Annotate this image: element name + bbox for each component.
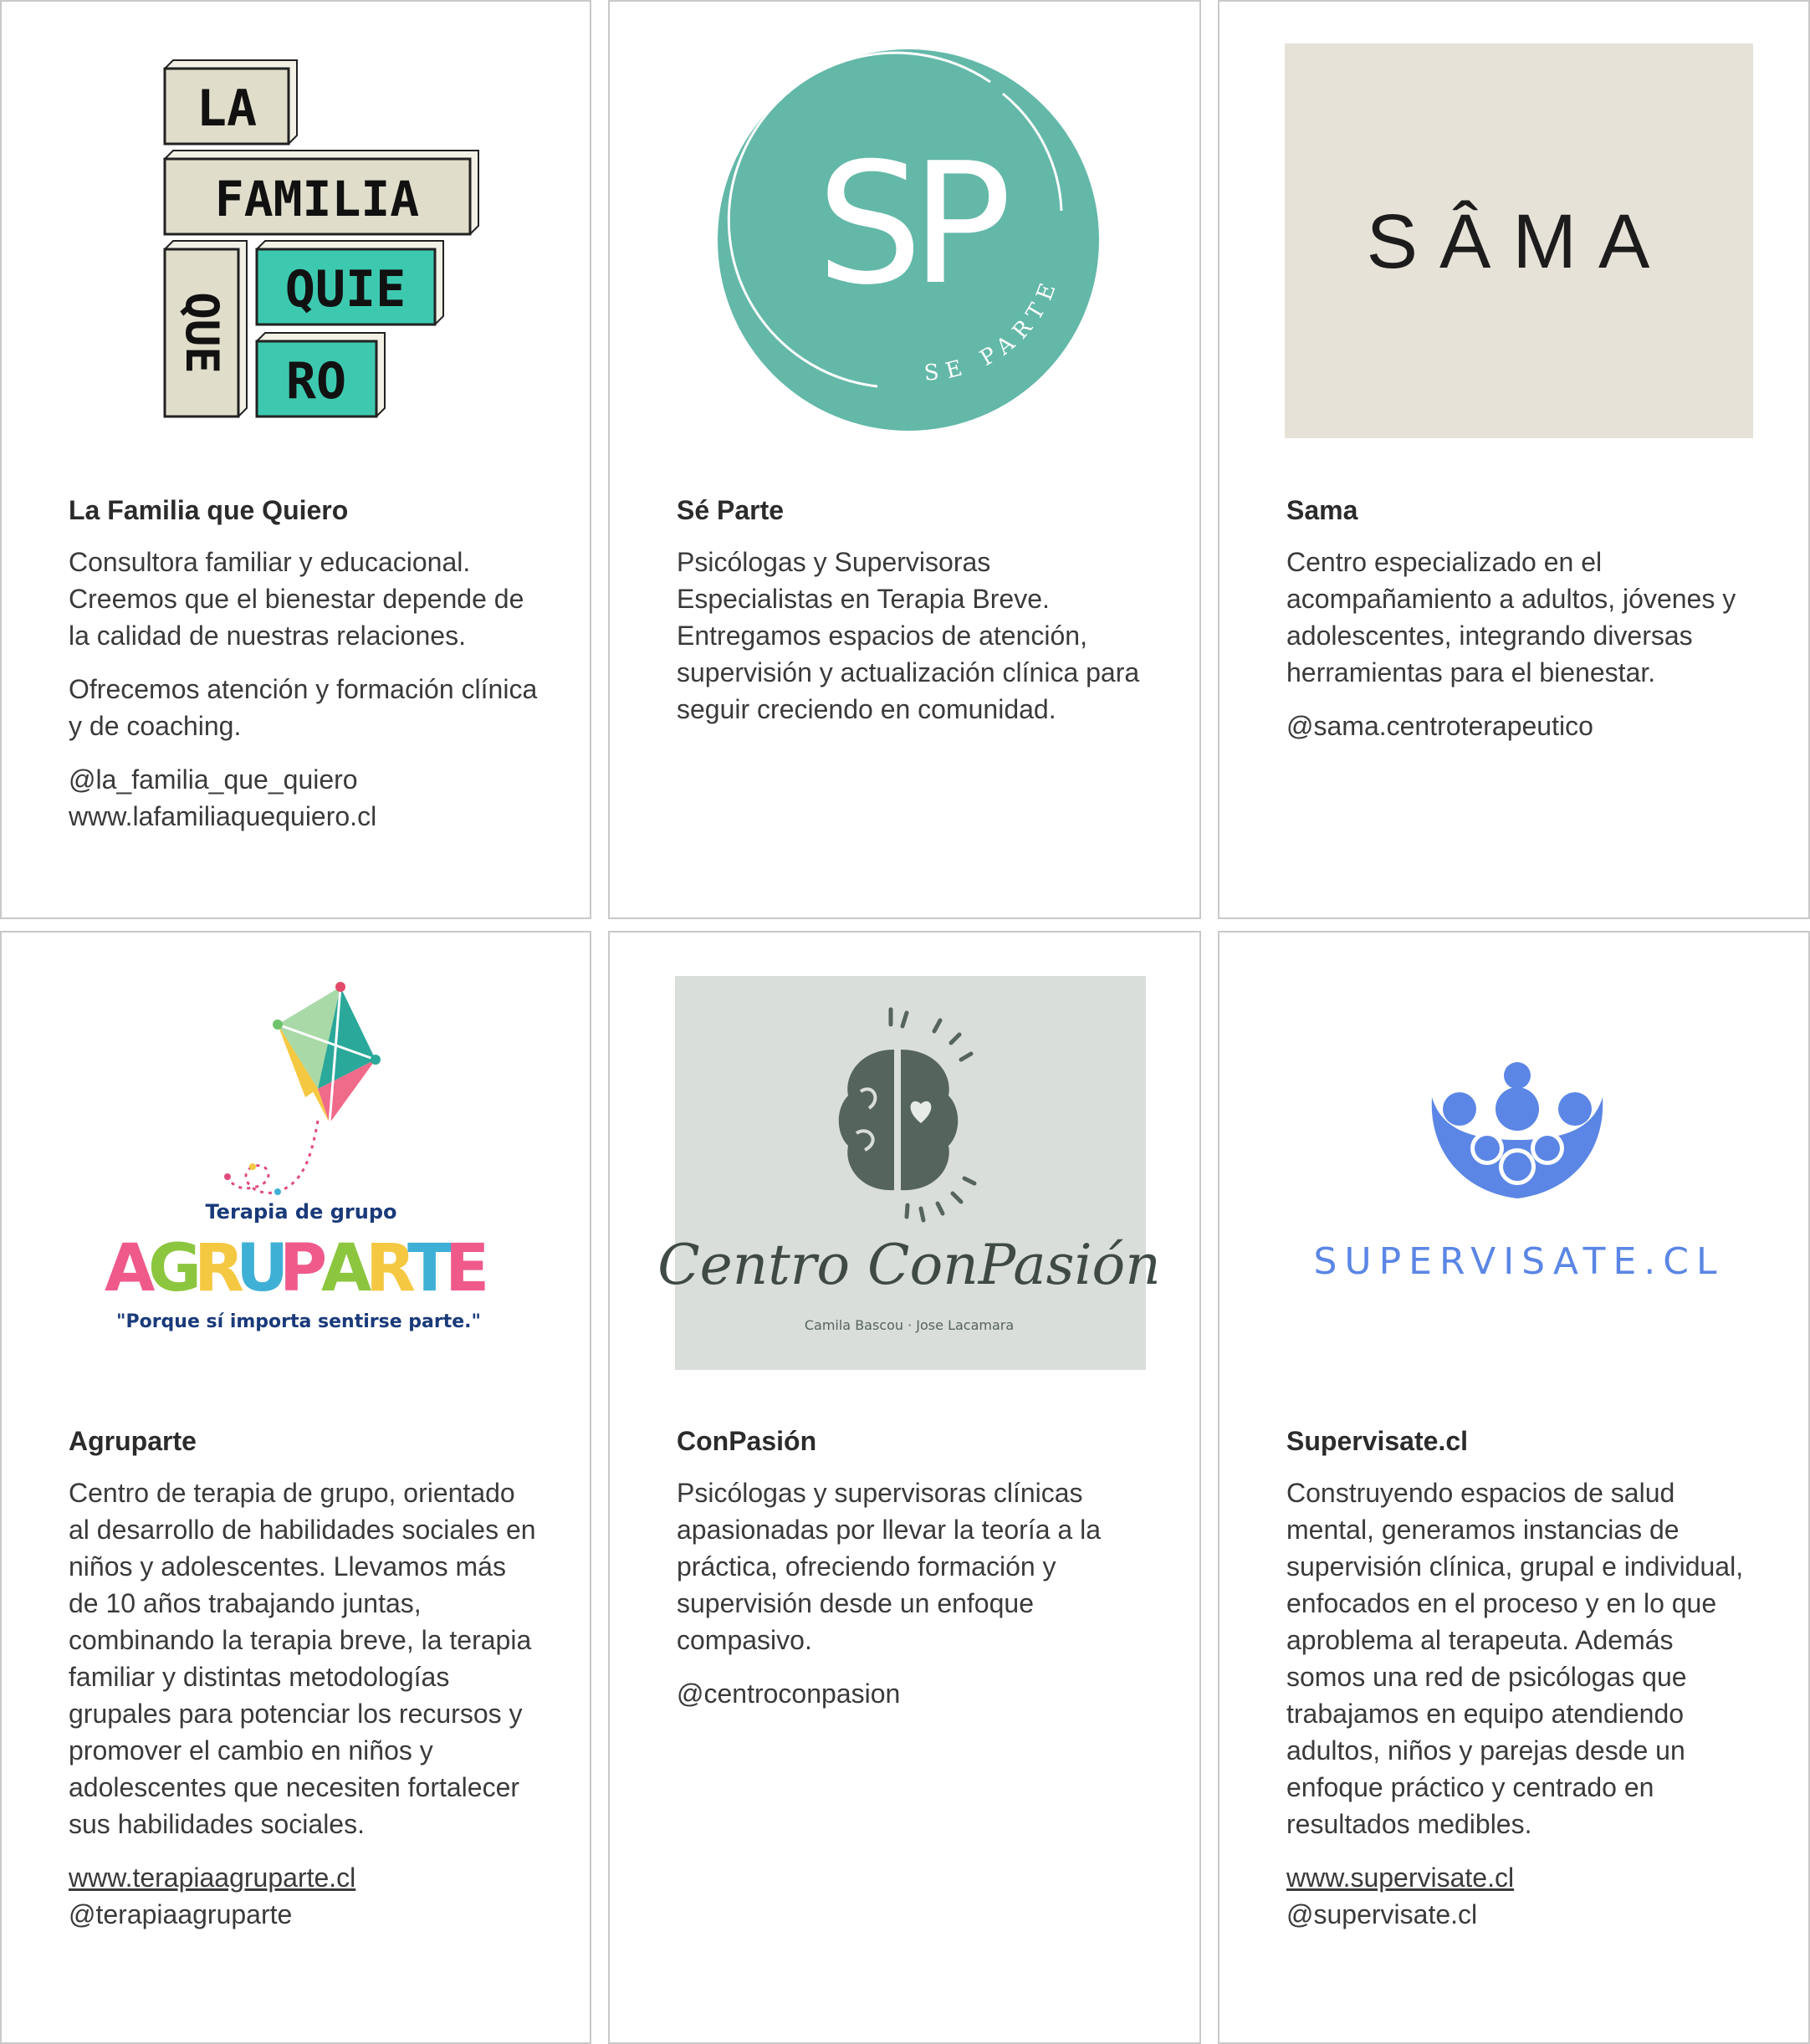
conpasion-script: Centro ConPasión: [657, 1233, 1161, 1297]
card-title: ConPasión: [677, 1426, 817, 1456]
card-supervisate: SUPERVISATE.CL Supervisate.cl Construyen…: [1218, 931, 1810, 2044]
card-title: Sé Parte: [677, 495, 785, 525]
instagram-handle: @centroconpasion: [677, 1679, 901, 1709]
supervisate-wordmark: SUPERVISATE.CL: [1313, 1240, 1724, 1283]
website-link[interactable]: www.supervisate.cl: [1286, 1859, 1758, 1896]
la-familia-que-quiero-logo: LA FAMILIA QUE QUIE RO: [2, 2, 590, 453]
kite-icon: [224, 982, 381, 1195]
card-description: Psicólogas y supervisoras clínicas apasi…: [677, 1478, 1101, 1655]
supervisate-logo: SUPERVISATE.CL: [1219, 933, 1808, 1384]
logo-block-ro: RO: [286, 352, 346, 411]
card-title: Sama: [1286, 495, 1358, 525]
agruparte-logo: Terapia de grupo A G R U P A R T E "Porq…: [2, 933, 590, 1384]
instagram-handle: @supervisate.cl: [1286, 1899, 1478, 1929]
card-description: Construyendo espacios de salud mental, g…: [1286, 1478, 1744, 1839]
agruparte-subtitle: Terapia de grupo: [205, 1200, 396, 1224]
instagram-handle: @sama.centroterapeutico: [1286, 711, 1593, 741]
card-conpasion: Centro ConPasión Camila Bascou · Jose La…: [608, 931, 1201, 2044]
website-text: www.lafamiliaquequiero.cl: [69, 801, 377, 831]
logo-block-la: LA: [197, 79, 257, 138]
card-title: Supervisate.cl: [1286, 1426, 1468, 1456]
card-title: Agruparte: [69, 1426, 197, 1456]
card-description: Centro de terapia de grupo, orientado al…: [69, 1478, 536, 1839]
card-la-familia-que-quiero: LA FAMILIA QUE QUIE RO La Familia que Qu…: [0, 0, 591, 919]
logo-block-familia: FAMILIA: [215, 171, 419, 227]
card-description: Psicólogas y Supervisoras Especialistas …: [677, 547, 1140, 724]
card-description: Consultora familiar y educacional. Creem…: [69, 547, 524, 651]
agruparte-letter: E: [445, 1231, 489, 1306]
instagram-handle: @terapiaagruparte: [69, 1899, 293, 1929]
agruparte-letter: A: [321, 1231, 371, 1306]
card-title: La Familia que Quiero: [69, 495, 349, 525]
people-group-icon: [1431, 1062, 1603, 1198]
logo-block-quie: QUIE: [285, 260, 406, 319]
sama-wordmark: SÂMA: [1367, 199, 1672, 284]
conpasion-logo: Centro ConPasión Camila Bascou · Jose La…: [610, 933, 1199, 1384]
se-parte-logo: SP SE PARTE: [610, 2, 1199, 453]
agruparte-tagline: "Porque sí importa sentirse parte.": [116, 1311, 481, 1332]
logo-block-que: QUE: [176, 292, 228, 374]
card-description: Centro especializado en el acompañamient…: [1286, 547, 1736, 687]
card-sama: SÂMA Sama Centro especializado en el aco…: [1218, 0, 1810, 919]
card-se-parte: SP SE PARTE Sé Parte Psicólogas y Superv…: [608, 0, 1201, 919]
conpasion-names: Camila Bascou · Jose Lacamara: [805, 1317, 1014, 1333]
card-description: Ofrecemos atención y formación clínica y…: [69, 674, 538, 741]
sama-logo: SÂMA: [1219, 2, 1808, 453]
se-parte-monogram: SP: [816, 127, 1006, 322]
card-agruparte: Terapia de grupo A G R U P A R T E "Porq…: [0, 931, 591, 2044]
website-link[interactable]: www.terapiaagruparte.cl: [69, 1859, 539, 1896]
agruparte-letter: P: [279, 1231, 327, 1306]
instagram-handle: @la_familia_que_quiero: [69, 764, 358, 795]
